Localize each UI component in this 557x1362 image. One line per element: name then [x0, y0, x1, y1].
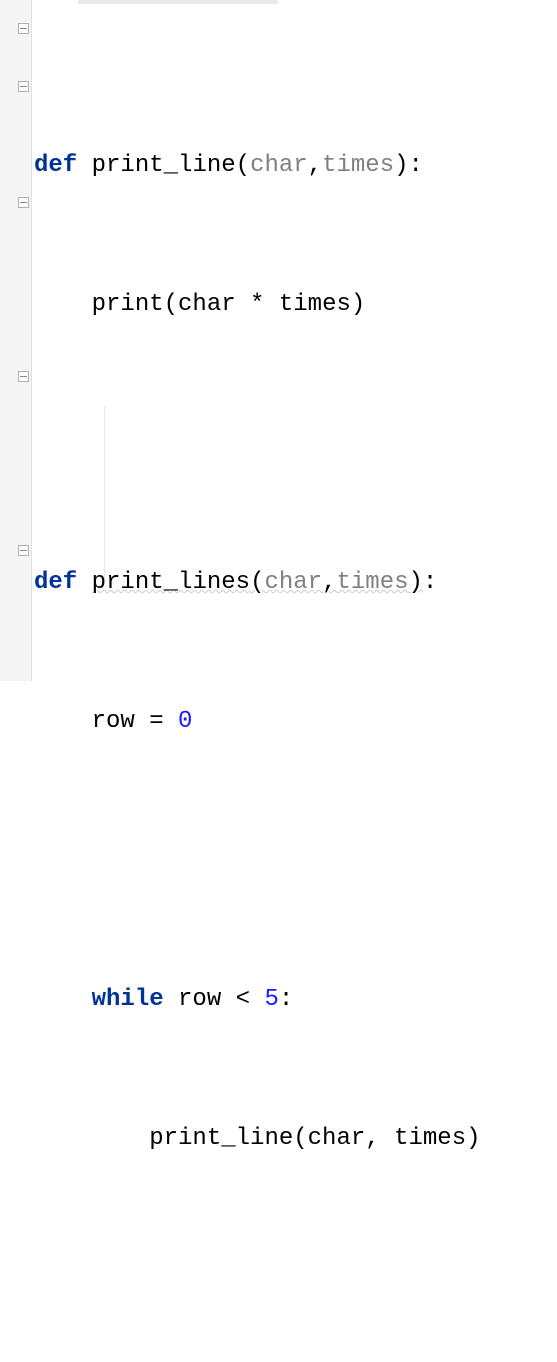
tab-indicator [78, 0, 278, 4]
builtin-call: print [92, 291, 164, 318]
code-line: def print_line(char,times): [34, 137, 557, 195]
param: times [336, 569, 408, 596]
number-literal: 0 [178, 708, 192, 735]
blank-line [34, 1249, 557, 1307]
param: char [250, 152, 308, 179]
fold-icon[interactable] [18, 81, 29, 92]
param: char [264, 569, 322, 596]
func-call: print_line [149, 1125, 293, 1152]
code-editor: def print_line(char,times): print(char *… [0, 0, 557, 681]
keyword-def: def [34, 569, 77, 596]
blank-line [34, 832, 557, 890]
fold-icon[interactable] [18, 545, 29, 556]
number-literal: 5 [264, 986, 278, 1013]
fold-icon[interactable] [18, 197, 29, 208]
code-line: print(char * times) [34, 276, 557, 334]
var-name: row [92, 708, 135, 735]
blank-line [34, 415, 557, 473]
code-line: while row < 5: [34, 971, 557, 1029]
keyword-while: while [92, 986, 164, 1013]
code-area[interactable]: def print_line(char,times): print(char *… [32, 0, 557, 681]
code-line: print_line(char, times) [34, 1110, 557, 1168]
fold-icon[interactable] [18, 371, 29, 382]
func-name: print_line [92, 152, 236, 179]
func-name: print_lines [92, 569, 250, 596]
param: times [322, 152, 394, 179]
code-line: row = 0 [34, 693, 557, 751]
keyword-def: def [34, 152, 77, 179]
fold-icon[interactable] [18, 23, 29, 34]
gutter [0, 0, 32, 681]
code-line: def print_lines(char,times): [34, 554, 557, 612]
